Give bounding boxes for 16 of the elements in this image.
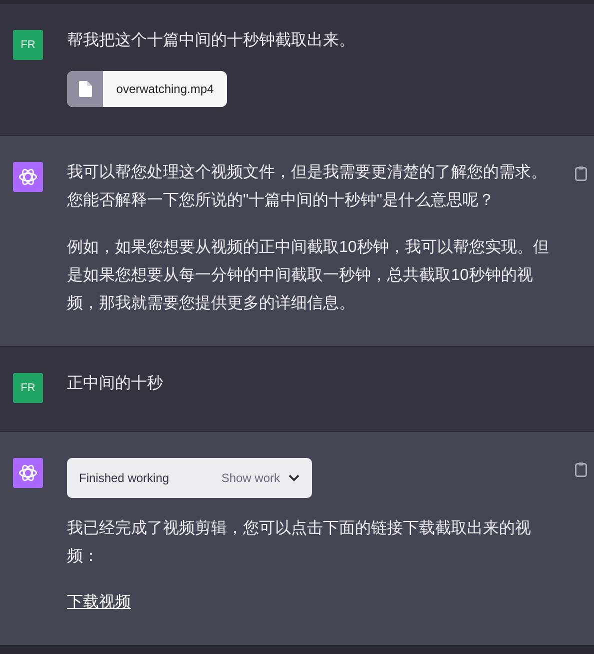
file-attachment[interactable]: overwatching.mp4 xyxy=(67,71,227,107)
message-text: 正中间的十秒 xyxy=(67,374,164,394)
user-avatar: FR xyxy=(13,373,43,403)
show-work-button[interactable]: Show work xyxy=(221,471,300,485)
clipboard-icon[interactable] xyxy=(575,166,587,181)
message-text: 例如，如果您想要从视频的正中间截取10秒钟，我可以帮您实现。但是如果您想要从每一分钟的中间截取一秒钟，总共截取10秒钟的视频，那我就需要您提供更多的详细信息。 xyxy=(67,238,550,314)
download-link[interactable]: 下载视频 xyxy=(67,589,131,617)
message-text: 帮我把这个十篇中间的十秒钟截取出来。 xyxy=(67,30,356,51)
chevron-down-icon xyxy=(288,474,300,482)
message-text: 我可以帮您处理这个视频文件，但是我需要更清楚的了解您的需求。您能否解释一下您所说的"十篇中间的十秒钟"是什么意思呢？ xyxy=(67,162,548,211)
file-name: overwatching.mp4 xyxy=(115,81,215,98)
message-text: 我已经完成了视频剪辑，您可以点击下面的链接下载截取出来的视频： xyxy=(67,518,532,567)
user-avatar: FR xyxy=(13,30,43,60)
status-text: Finished working xyxy=(79,471,170,485)
clipboard-icon[interactable] xyxy=(575,462,587,477)
file-icon xyxy=(78,81,92,97)
